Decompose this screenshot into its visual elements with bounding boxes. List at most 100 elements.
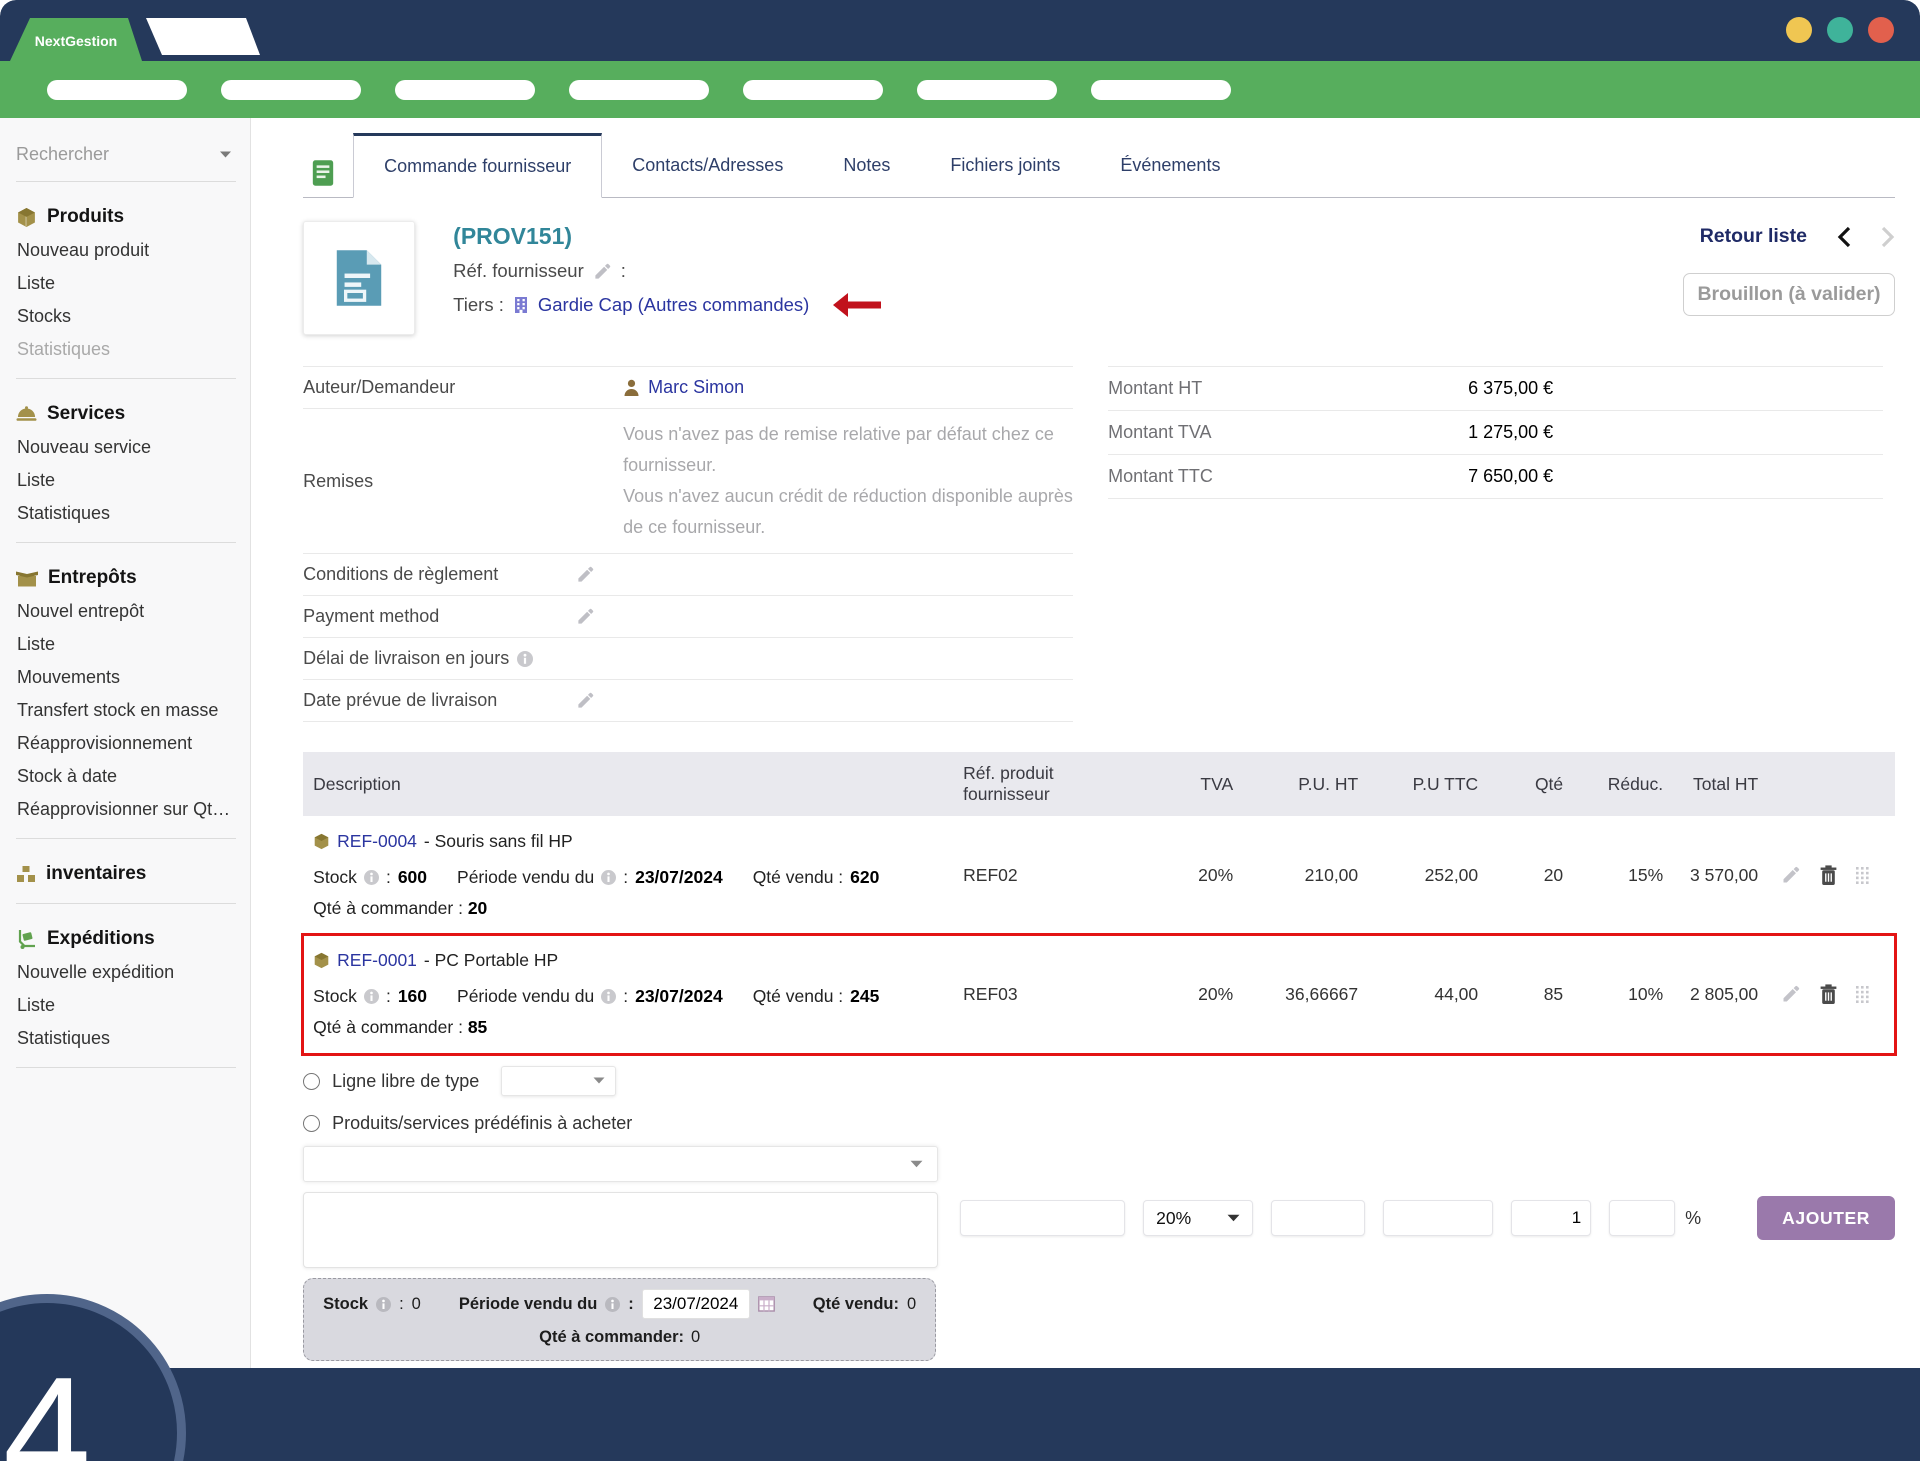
main-content: Commande fournisseur Contacts/Adresses N…	[251, 118, 1920, 1368]
back-to-list-link[interactable]: Retour liste	[1700, 225, 1807, 248]
sidebar-item-services-liste[interactable]: Liste	[16, 464, 236, 497]
secondary-tab[interactable]	[146, 18, 260, 55]
predefined-option: Produits/services prédéfinis à acheter	[303, 1108, 1895, 1138]
window-maximize-button[interactable]	[1827, 17, 1853, 43]
cloche-icon	[16, 406, 37, 422]
nav-menu-item-4[interactable]	[569, 80, 709, 100]
brand-name: NextGestion	[35, 33, 117, 49]
sidebar-item-entrepots-liste[interactable]: Liste	[16, 628, 236, 661]
info-icon	[605, 1297, 620, 1312]
edit-line-icon[interactable]	[1781, 865, 1801, 885]
line-qty: 85	[1488, 950, 1573, 1038]
order-identity: (PROV151) Réf. fournisseur : Tiers : Gar…	[453, 221, 882, 339]
vat-value: 20%	[1156, 1208, 1191, 1229]
amount-ht-value: 6 375,00 €	[1468, 378, 1553, 399]
bottom-bar	[0, 1368, 1920, 1461]
drag-handle-icon[interactable]	[1856, 986, 1869, 1003]
qty-input[interactable]	[1511, 1200, 1591, 1236]
period-date-input[interactable]	[642, 1289, 750, 1319]
sidebar-header-inventaires[interactable]: inventaires	[16, 859, 236, 891]
nav-menu-item-5[interactable]	[743, 80, 883, 100]
sidebar-item-nouveau-service[interactable]: Nouveau service	[16, 431, 236, 464]
line-total-ht: 3 570,00	[1673, 831, 1768, 919]
sidebar-item-produits-liste[interactable]: Liste	[16, 267, 236, 300]
sidebar-item-nouveau-produit[interactable]: Nouveau produit	[16, 234, 236, 267]
sidebar-item-nouvelle-expedition[interactable]: Nouvelle expédition	[16, 956, 236, 989]
price-ttc-input[interactable]	[1383, 1200, 1493, 1236]
amount-row-ttc: Montant TTC 7 650,00 €	[1108, 454, 1883, 499]
brand-tab[interactable]: NextGestion	[10, 18, 142, 61]
edit-pencil-icon[interactable]	[593, 262, 612, 281]
supplier-ref-label: Réf. fournisseur	[453, 260, 584, 282]
vat-select[interactable]: 20%	[1143, 1200, 1253, 1236]
amount-tva-value: 1 275,00 €	[1468, 422, 1553, 443]
add-line-button[interactable]: AJOUTER	[1757, 1196, 1895, 1240]
sidebar-item-expeditions-statistiques[interactable]: Statistiques	[16, 1022, 236, 1055]
sidebar-header-produits[interactable]: Produits	[16, 202, 236, 234]
window-close-button[interactable]	[1868, 17, 1894, 43]
sidebar-header-services[interactable]: Services	[16, 399, 236, 431]
sidebar-item-stocks[interactable]: Stocks	[16, 300, 236, 333]
tab-fichiers-joints[interactable]: Fichiers joints	[920, 133, 1090, 197]
edit-pencil-icon[interactable]	[576, 691, 595, 710]
search-input[interactable]: Rechercher	[16, 132, 236, 182]
nav-menu-item-2[interactable]	[221, 80, 361, 100]
stock-value: 160	[398, 986, 427, 1007]
supplier-ref-input[interactable]	[960, 1200, 1125, 1236]
sidebar: Rechercher Produits Nouveau produit List…	[0, 118, 251, 1368]
chevron-right-icon[interactable]	[1881, 226, 1895, 248]
nav-menu-item-6[interactable]	[917, 80, 1057, 100]
step-number: 4	[3, 1343, 91, 1461]
product-select[interactable]	[303, 1146, 938, 1182]
sidebar-item-nouvel-entrepot[interactable]: Nouvel entrepôt	[16, 595, 236, 628]
tab-commande-fournisseur[interactable]: Commande fournisseur	[353, 133, 602, 198]
predefined-radio[interactable]	[303, 1115, 320, 1132]
free-line-radio[interactable]	[303, 1073, 320, 1090]
sidebar-section-inventaires: inventaires	[16, 839, 236, 904]
edit-pencil-icon[interactable]	[576, 607, 595, 626]
line-description-textarea[interactable]	[303, 1192, 938, 1268]
order-fields-table: Auteur/Demandeur Marc Simon Remises Vous…	[303, 366, 1073, 722]
line-pu-ht: 210,00	[1243, 831, 1368, 919]
document-thumbnail[interactable]	[303, 221, 415, 335]
sidebar-item-reapprovisionner-qte[interactable]: Réapprovisionner sur Qt…	[16, 793, 236, 826]
drag-handle-icon[interactable]	[1856, 867, 1869, 884]
sold-qty-value: 245	[850, 986, 879, 1007]
chevron-down-icon	[219, 150, 232, 159]
sidebar-item-services-statistiques[interactable]: Statistiques	[16, 497, 236, 530]
nav-menu-item-1[interactable]	[47, 80, 187, 100]
application-window: NextGestion Rechercher Produ	[0, 0, 1920, 1461]
delete-line-icon[interactable]	[1820, 865, 1837, 886]
sidebar-item-reapprovisionnement[interactable]: Réapprovisionnement	[16, 727, 236, 760]
edit-pencil-icon[interactable]	[576, 565, 595, 584]
free-line-type-select[interactable]	[501, 1066, 616, 1096]
discount-input[interactable]	[1609, 1200, 1675, 1236]
author-link[interactable]: Marc Simon	[648, 377, 744, 398]
calendar-icon[interactable]	[758, 1296, 775, 1312]
edit-line-icon[interactable]	[1781, 984, 1801, 1004]
tab-evenements[interactable]: Événements	[1090, 133, 1250, 197]
user-icon	[623, 379, 640, 397]
delete-line-icon[interactable]	[1820, 984, 1837, 1005]
nav-menu-item-3[interactable]	[395, 80, 535, 100]
tiers-line: Tiers : Gardie Cap (Autres commandes)	[453, 292, 882, 318]
sidebar-item-transfert-stock[interactable]: Transfert stock en masse	[16, 694, 236, 727]
sidebar-item-stock-a-date[interactable]: Stock à date	[16, 760, 236, 793]
info-icon	[517, 651, 533, 667]
sidebar-item-produits-statistiques[interactable]: Statistiques	[16, 333, 236, 366]
product-ref-link[interactable]: REF-0001	[337, 950, 417, 971]
tiers-link[interactable]: Gardie Cap (Autres commandes)	[538, 294, 809, 316]
sidebar-item-expeditions-liste[interactable]: Liste	[16, 989, 236, 1022]
window-minimize-button[interactable]	[1786, 17, 1812, 43]
chevron-left-icon[interactable]	[1837, 226, 1851, 248]
sidebar-header-expeditions[interactable]: Expéditions	[16, 924, 236, 956]
product-ref-link[interactable]: REF-0004	[337, 831, 417, 852]
sidebar-header-entrepots[interactable]: Entrepôts	[16, 563, 236, 595]
sidebar-item-mouvements[interactable]: Mouvements	[16, 661, 236, 694]
price-ht-input[interactable]	[1271, 1200, 1365, 1236]
nav-menu-item-7[interactable]	[1091, 80, 1231, 100]
line-total-ht: 2 805,00	[1673, 950, 1768, 1038]
tab-contacts-adresses[interactable]: Contacts/Adresses	[602, 133, 813, 197]
tab-notes[interactable]: Notes	[813, 133, 920, 197]
red-arrow-annotation	[832, 292, 882, 318]
